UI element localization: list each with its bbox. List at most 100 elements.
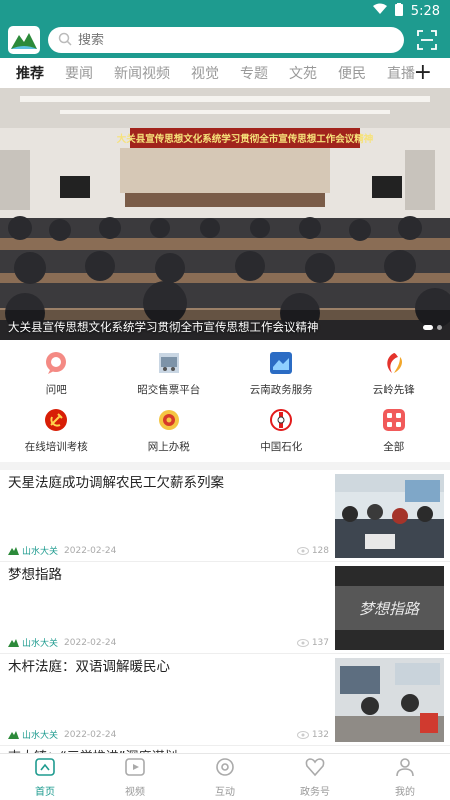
view-count-value: 137 bbox=[311, 637, 329, 648]
source-name: 山水大关 bbox=[22, 547, 59, 557]
news-source: 山水大关 bbox=[8, 728, 58, 741]
news-item[interactable]: 木杆法庭：双语调解暖民心 山水大关 2022-02-24 132 bbox=[0, 654, 450, 746]
service-label: 云南政务服务 bbox=[249, 384, 313, 396]
service-yunnan-gov[interactable]: 云南政务服务 bbox=[225, 350, 338, 397]
party-emblem-icon bbox=[43, 407, 69, 433]
news-thumbnail bbox=[335, 658, 444, 742]
service-online-tax[interactable]: 网上办税 bbox=[113, 407, 226, 454]
view-count-value: 132 bbox=[311, 729, 329, 740]
sinopec-icon bbox=[268, 407, 294, 433]
eye-icon bbox=[296, 638, 309, 647]
service-wenba[interactable]: 问吧 bbox=[0, 350, 113, 397]
home-icon bbox=[34, 757, 56, 781]
view-count-value: 128 bbox=[311, 545, 329, 556]
app-logo-icon[interactable] bbox=[8, 25, 40, 55]
service-label: 网上办税 bbox=[147, 441, 190, 453]
carousel-dot bbox=[423, 325, 433, 330]
bottom-nav: 首页 视频 互动 政务号 我的 bbox=[0, 753, 450, 800]
video-icon bbox=[124, 757, 146, 781]
service-ticketing[interactable]: 昭交售票平台 bbox=[113, 350, 226, 397]
interaction-icon bbox=[214, 757, 236, 781]
nav-video[interactable]: 视频 bbox=[90, 754, 180, 800]
service-label: 全部 bbox=[383, 441, 405, 453]
wifi-icon bbox=[372, 3, 387, 19]
scan-icon[interactable] bbox=[412, 25, 442, 55]
search-icon bbox=[58, 31, 72, 50]
news-source: 山水大关 bbox=[8, 636, 58, 649]
nav-label: 我的 bbox=[395, 786, 415, 798]
source-logo-icon bbox=[8, 638, 19, 647]
service-label: 昭交售票平台 bbox=[137, 384, 201, 396]
news-item[interactable]: 梦想指路 山水大关 2022-02-24 137 梦想指路 bbox=[0, 562, 450, 654]
nav-label: 互动 bbox=[215, 786, 235, 798]
status-bar: 5:28 bbox=[0, 0, 450, 22]
tab-live[interactable]: 直播 bbox=[387, 63, 415, 83]
eye-icon bbox=[296, 546, 309, 555]
all-apps-icon bbox=[381, 407, 407, 433]
search-box[interactable] bbox=[48, 27, 404, 53]
service-sinopec[interactable]: 中国石化 bbox=[225, 407, 338, 454]
nav-label: 首页 bbox=[35, 786, 55, 798]
tab-topics[interactable]: 专题 bbox=[240, 63, 268, 83]
service-all[interactable]: 全部 bbox=[338, 407, 450, 454]
hero-caption: 大关县宣传思想文化系统学习贯彻全市宣传思想工作会议精神 bbox=[8, 320, 319, 334]
source-name: 山水大关 bbox=[22, 639, 59, 649]
hero-photo: 大关县宣传思想文化系统学习贯彻全市宣传思想工作会议精神 bbox=[0, 88, 450, 340]
service-label: 中国石化 bbox=[260, 441, 303, 453]
chat-bubble-icon bbox=[43, 350, 69, 376]
eye-icon bbox=[296, 730, 309, 739]
service-label: 问吧 bbox=[45, 384, 67, 396]
tab-recommend[interactable]: 推荐 bbox=[16, 63, 44, 83]
service-yunling-pioneer[interactable]: 云岭先锋 bbox=[338, 350, 450, 397]
service-label: 在线培训考核 bbox=[24, 441, 88, 453]
clock: 5:28 bbox=[410, 3, 440, 19]
news-title: 木杆法庭：双语调解暖民心 bbox=[8, 659, 170, 675]
tab-news-video[interactable]: 新闻视频 bbox=[114, 63, 170, 83]
nav-profile[interactable]: 我的 bbox=[360, 754, 450, 800]
add-channel-icon[interactable]: + bbox=[414, 60, 432, 85]
news-title: 天星法庭成功调解农民工欠薪系列案 bbox=[8, 475, 224, 491]
news-item[interactable]: 天星法庭成功调解农民工欠薪系列案 山水大关 2022-02-24 128 bbox=[0, 470, 450, 562]
nav-gov-account[interactable]: 政务号 bbox=[270, 754, 360, 800]
view-count: 132 bbox=[296, 729, 329, 740]
tab-convenience[interactable]: 便民 bbox=[338, 63, 366, 83]
news-date: 2022-02-24 bbox=[64, 637, 117, 648]
news-thumbnail bbox=[335, 474, 444, 558]
news-source: 山水大关 bbox=[8, 544, 58, 557]
service-label: 云岭先锋 bbox=[372, 384, 415, 396]
source-logo-icon bbox=[8, 730, 19, 739]
news-date: 2022-02-24 bbox=[64, 545, 117, 556]
hero-banner[interactable]: 大关县宣传思想文化系统学习贯彻全市宣传思想工作会议精神 大关县宣传思想文化系统学… bbox=[0, 88, 450, 340]
news-title: 梦想指路 bbox=[8, 567, 62, 583]
divider bbox=[0, 462, 450, 470]
channel-tabs: 推荐 要闻 新闻视频 视觉 专题 文苑 便民 直播 + bbox=[0, 58, 450, 88]
pioneer-icon bbox=[381, 350, 407, 376]
svg-text:大关县宣传思想文化系统学习贯彻全市宣传思想工作会议精神: 大关县宣传思想文化系统学习贯彻全市宣传思想工作会议精神 bbox=[117, 133, 374, 145]
gov-account-icon bbox=[304, 757, 326, 781]
carousel-dot bbox=[437, 325, 442, 330]
news-date: 2022-02-24 bbox=[64, 729, 117, 740]
view-count: 128 bbox=[296, 545, 329, 556]
view-count: 137 bbox=[296, 637, 329, 648]
search-input[interactable] bbox=[78, 32, 394, 48]
nav-label: 视频 bbox=[125, 786, 145, 798]
tab-literature[interactable]: 文苑 bbox=[289, 63, 317, 83]
bus-ticket-icon bbox=[156, 350, 182, 376]
nav-interaction[interactable]: 互动 bbox=[180, 754, 270, 800]
service-online-training[interactable]: 在线培训考核 bbox=[0, 407, 113, 454]
carousel-indicator bbox=[423, 325, 442, 330]
tab-visual[interactable]: 视觉 bbox=[191, 63, 219, 83]
tab-headlines[interactable]: 要闻 bbox=[65, 63, 93, 83]
news-list: 天星法庭成功调解农民工欠薪系列案 山水大关 2022-02-24 128 梦想指… bbox=[0, 470, 450, 756]
tax-emblem-icon bbox=[156, 407, 182, 433]
battery-icon bbox=[394, 2, 403, 20]
news-thumbnail: 梦想指路 bbox=[335, 566, 444, 650]
source-logo-icon bbox=[8, 546, 19, 555]
profile-icon bbox=[394, 757, 416, 781]
source-name: 山水大关 bbox=[22, 731, 59, 741]
service-grid: 问吧 昭交售票平台 云南政务服务 云岭先锋 在线培训考核 网上办税 中国石化 全… bbox=[0, 340, 450, 462]
nav-label: 政务号 bbox=[300, 786, 330, 798]
svg-text:梦想指路: 梦想指路 bbox=[359, 600, 421, 618]
government-service-icon bbox=[268, 350, 294, 376]
nav-home[interactable]: 首页 bbox=[0, 754, 90, 800]
